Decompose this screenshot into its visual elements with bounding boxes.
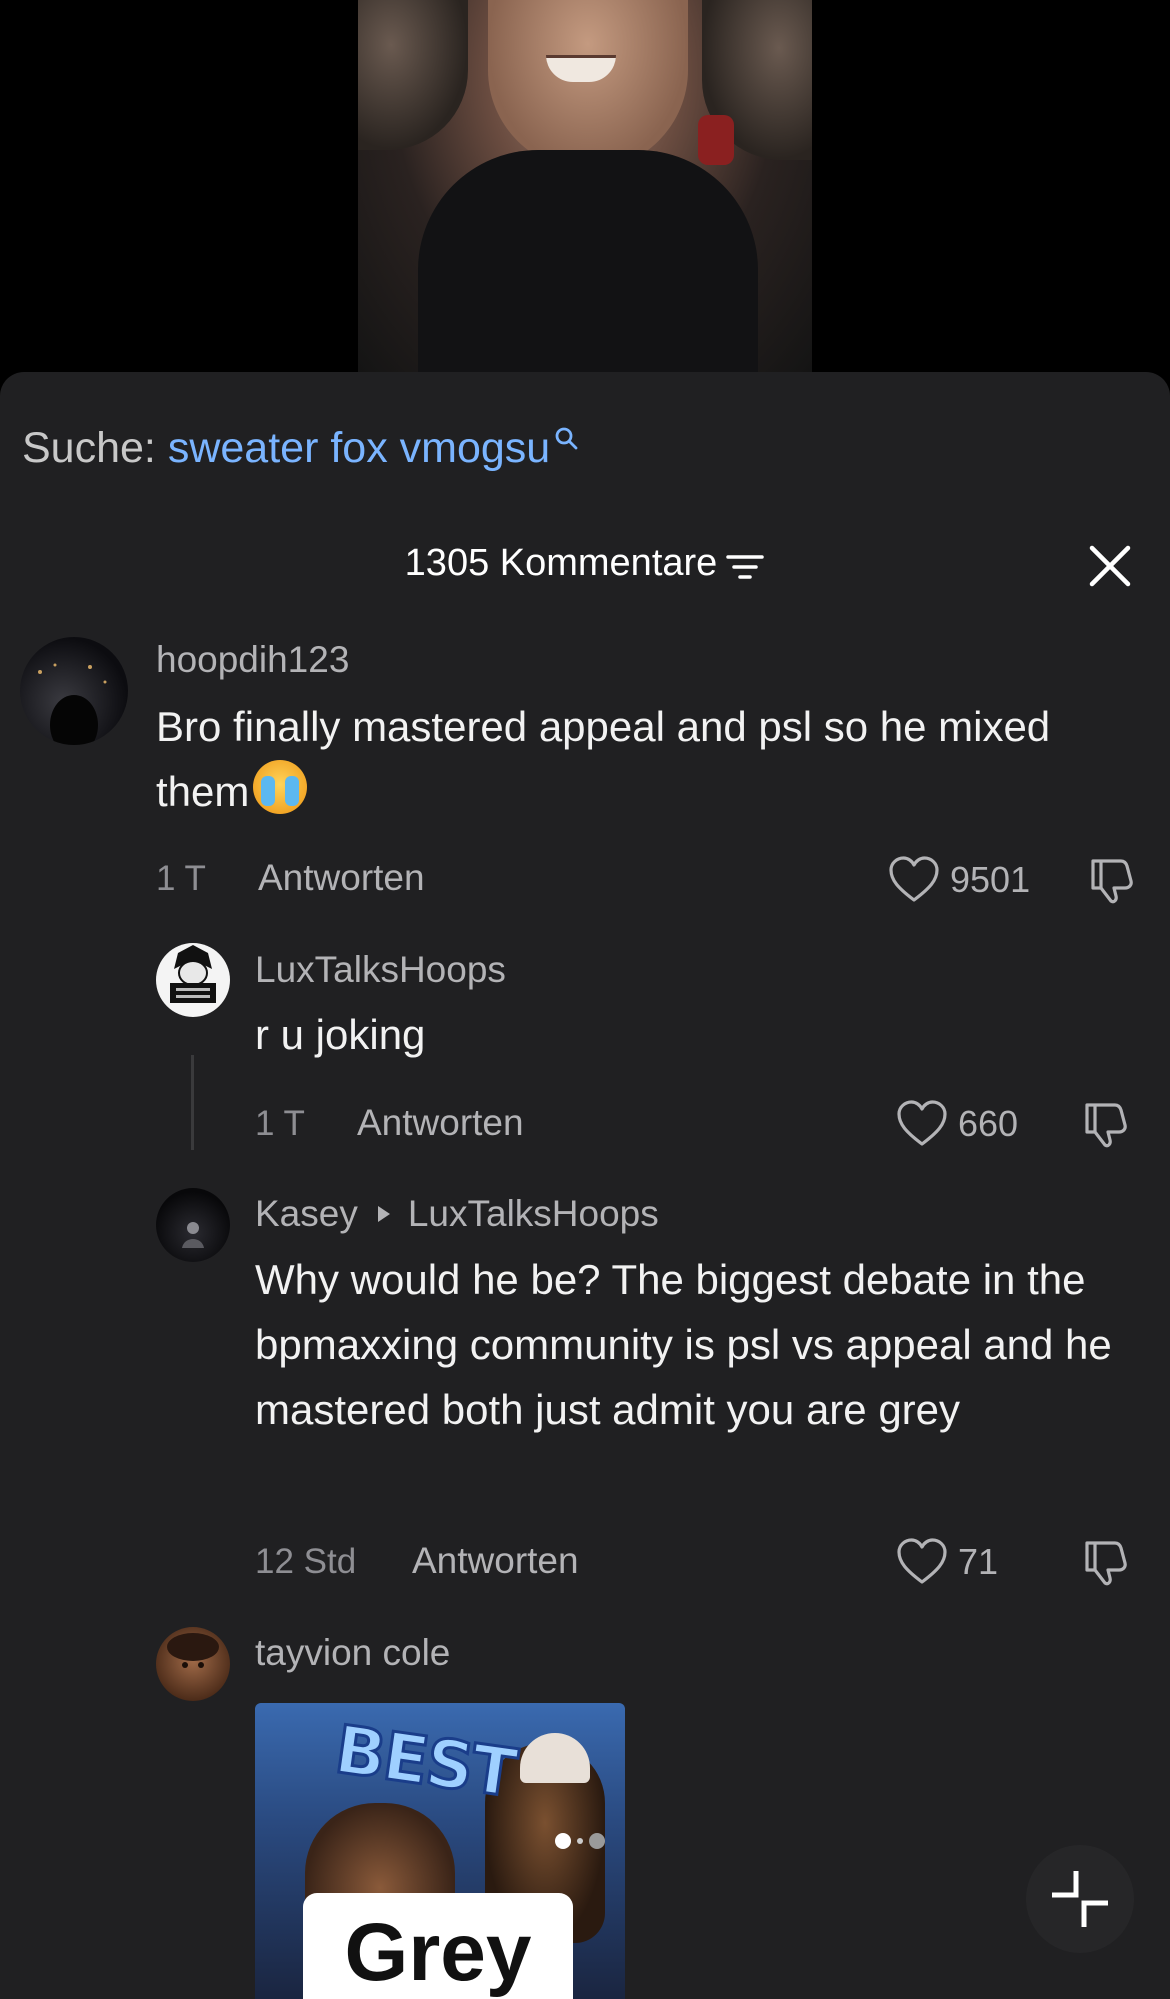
- comments-count-title: 1305 Kommentare: [404, 542, 718, 584]
- thumbs-down-icon[interactable]: [1081, 1099, 1131, 1149]
- screen: Suche: sweater fox vmogsu 1305 Kommentar…: [0, 0, 1170, 1999]
- comment-username[interactable]: tayvion cole: [255, 1631, 450, 1675]
- close-icon[interactable]: [1088, 544, 1132, 588]
- search-label: Suche:: [22, 424, 156, 472]
- comments-header: 1305 Kommentare: [0, 540, 1170, 586]
- avatar[interactable]: [156, 943, 230, 1017]
- like-count: 660: [958, 1103, 1019, 1144]
- filter-icon[interactable]: [725, 547, 765, 579]
- carousel-dot-active: [555, 1833, 571, 1849]
- comment-image-attachment[interactable]: BEST Grey: [255, 1703, 625, 1999]
- thumbs-down-icon[interactable]: [1087, 855, 1137, 905]
- like-count: 71: [958, 1541, 999, 1582]
- comment-text: Bro finally mastered appeal and psl so h…: [156, 694, 1056, 824]
- collapse-icon[interactable]: [1026, 1845, 1134, 1953]
- thread-line: [191, 1055, 194, 1150]
- video-pin: [698, 115, 734, 165]
- comment-time: 1 T: [255, 1104, 305, 1143]
- carousel-dot: [577, 1838, 583, 1844]
- comment-time: 12 Std: [255, 1542, 357, 1581]
- like-button[interactable]: 660: [896, 1099, 1018, 1149]
- like-button[interactable]: 71: [896, 1537, 998, 1587]
- comment-username[interactable]: hoopdih123: [156, 638, 349, 682]
- comment-text: r u joking: [255, 1011, 426, 1058]
- attachment-cap: [520, 1733, 590, 1783]
- comment-username[interactable]: Kasey: [255, 1193, 358, 1234]
- thumbs-down-icon[interactable]: [1081, 1537, 1131, 1587]
- video-player[interactable]: [0, 0, 1170, 372]
- crying-emoji-icon: [253, 760, 308, 814]
- search-term-link[interactable]: sweater fox vmogsu: [168, 424, 550, 472]
- avatar[interactable]: [20, 637, 128, 745]
- reply-button[interactable]: Antworten: [258, 856, 425, 900]
- search-icon[interactable]: [554, 426, 578, 450]
- video-hood-left: [358, 0, 468, 150]
- avatar[interactable]: [156, 1627, 230, 1701]
- video-frame[interactable]: [358, 0, 812, 372]
- reply-to-username[interactable]: LuxTalksHoops: [408, 1193, 659, 1234]
- comment-username[interactable]: LuxTalksHoops: [255, 948, 506, 992]
- heart-icon[interactable]: [896, 1538, 948, 1586]
- like-button[interactable]: 9501: [888, 855, 1030, 905]
- reply-arrow-icon: [377, 1206, 390, 1223]
- comment-username-line: Kasey LuxTalksHoops: [255, 1192, 659, 1236]
- like-count: 9501: [950, 859, 1031, 900]
- video-face: [488, 0, 688, 170]
- comment-time: 1 T: [156, 859, 206, 898]
- search-suggestion[interactable]: Suche: sweater fox vmogsu: [22, 422, 578, 474]
- comment-text: Why would he be? The biggest debate in t…: [255, 1256, 1112, 1433]
- avatar[interactable]: [156, 1188, 230, 1262]
- heart-icon[interactable]: [896, 1100, 948, 1148]
- reply-button[interactable]: Antworten: [357, 1101, 524, 1145]
- reply-button[interactable]: Antworten: [412, 1539, 579, 1583]
- carousel-dot: [589, 1833, 605, 1849]
- attachment-label: Grey: [344, 1907, 532, 1998]
- attachment-headline: BEST: [329, 1709, 521, 1813]
- heart-icon[interactable]: [888, 856, 940, 904]
- video-shirt: [418, 150, 758, 372]
